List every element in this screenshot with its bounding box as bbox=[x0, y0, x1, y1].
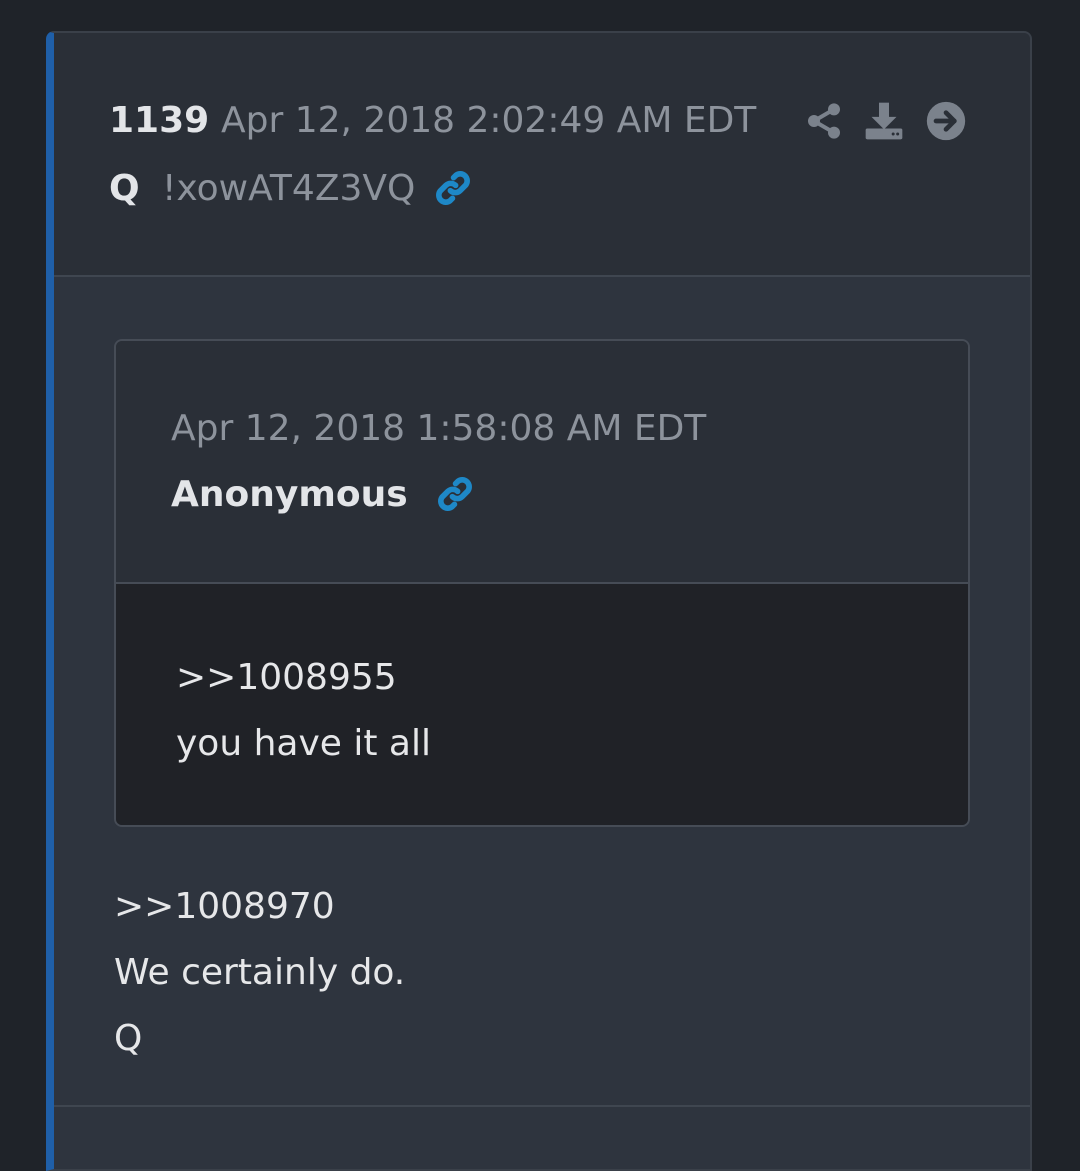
post-card: 1139 Apr 12, 2018 2:02:49 AM EDT Q !xowA… bbox=[46, 31, 1032, 1171]
post-body: Apr 12, 2018 1:58:08 AM EDT Anonymous >>… bbox=[54, 277, 1030, 1169]
quoted-post: Apr 12, 2018 1:58:08 AM EDT Anonymous >>… bbox=[114, 339, 970, 827]
post-number[interactable]: 1139 bbox=[109, 99, 209, 143]
quoted-post-text: >>1008955 you have it all bbox=[116, 584, 968, 825]
quoted-post-author: Anonymous bbox=[171, 474, 408, 515]
download-icon[interactable] bbox=[864, 101, 904, 141]
post-author: Q bbox=[109, 168, 140, 209]
post-text-line: We certainly do. bbox=[114, 952, 406, 993]
post-timestamp: Apr 12, 2018 2:02:49 AM EDT bbox=[221, 100, 757, 141]
quoted-post-timestamp: Apr 12, 2018 1:58:08 AM EDT bbox=[171, 408, 707, 449]
link-icon[interactable] bbox=[432, 167, 474, 209]
post-reference-link[interactable]: >>1008970 bbox=[114, 885, 335, 929]
quoted-post-line: you have it all bbox=[176, 723, 431, 764]
quoted-post-header: Apr 12, 2018 1:58:08 AM EDT Anonymous bbox=[116, 341, 968, 584]
arrow-right-circle-icon[interactable] bbox=[926, 101, 966, 141]
divider bbox=[54, 1105, 1030, 1107]
share-icon[interactable] bbox=[804, 101, 844, 141]
post-header: 1139 Apr 12, 2018 2:02:49 AM EDT Q !xowA… bbox=[54, 33, 1030, 277]
link-icon[interactable] bbox=[434, 473, 476, 515]
post-signature: Q bbox=[114, 1018, 143, 1059]
post-reference-link[interactable]: >>1008955 bbox=[176, 656, 397, 700]
post-tripcode: !xowAT4Z3VQ bbox=[162, 168, 416, 209]
